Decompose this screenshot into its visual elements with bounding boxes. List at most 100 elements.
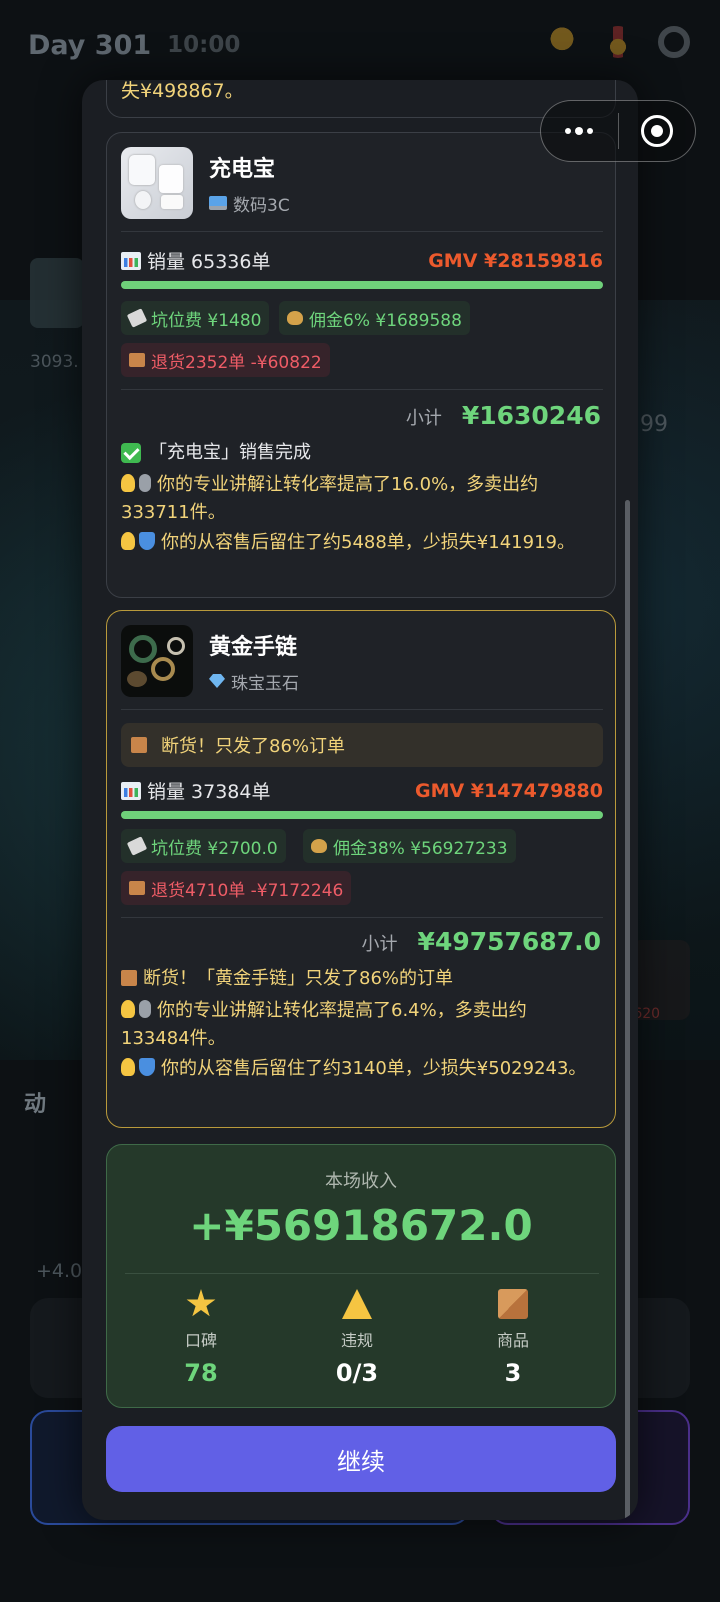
conversion-tip: 你的专业讲解让转化率提高了6.4%，多卖出约133484件。	[121, 1000, 527, 1049]
out-of-stock-warning: 断货！只发了86%订单	[121, 723, 603, 767]
package-icon	[131, 737, 147, 753]
scrollbar[interactable]	[625, 500, 630, 1520]
products-stat: 商品 3	[453, 1289, 573, 1387]
record-close-icon[interactable]	[619, 115, 696, 147]
sales-progress-bar	[121, 811, 603, 819]
sales-result-modal: 失¥498867。 充电宝 数码3C 销量 65336单 GMV ¥281598…	[82, 80, 638, 1520]
sales-label: 销量	[147, 251, 186, 273]
gem-icon	[209, 674, 225, 688]
continue-button[interactable]: 继续	[106, 1426, 616, 1492]
sales-label: 销量	[147, 781, 186, 803]
lightbulb-icon	[121, 474, 135, 492]
product-name: 充电宝	[209, 156, 276, 182]
sales-progress-fill	[121, 281, 603, 289]
after-sales-tip: 你的从容售后留住了约3140单，少损失¥5029243。	[121, 1055, 591, 1083]
microphone-icon	[139, 1000, 151, 1018]
sale-complete-message: 「充电宝」销售完成	[121, 439, 591, 467]
laptop-icon	[209, 196, 227, 210]
stat-value: 0/3	[335, 1359, 379, 1387]
divider	[121, 709, 603, 710]
commission-chip: 佣金6% ¥1689588	[279, 301, 470, 335]
sales-progress-fill	[121, 811, 603, 819]
sales-row: 销量 37384单 GMV ¥147479880	[121, 777, 603, 804]
stat-label: 口碑	[184, 1331, 217, 1350]
bar-chart-icon	[121, 251, 141, 270]
gmv-value: GMV ¥147479880	[414, 779, 603, 802]
sales-count: 65336单	[191, 251, 271, 273]
package-icon	[121, 970, 137, 986]
category-label: 珠宝玉石	[231, 673, 299, 694]
product-category: 数码3C	[209, 191, 290, 216]
out-of-stock-message: 断货！「黄金手链」只发了86%的订单	[121, 965, 591, 993]
more-dots-icon[interactable]	[541, 126, 618, 135]
slot-fee-text: 坑位费 ¥1480	[151, 310, 262, 331]
previous-product-card: 失¥498867。	[106, 80, 616, 118]
product-name: 黄金手链	[209, 634, 298, 660]
lightbulb-icon	[121, 532, 135, 550]
subtotal: 小计 ¥1630246	[406, 401, 601, 430]
category-label: 数码3C	[233, 195, 290, 216]
commission-text: 佣金6% ¥1689588	[309, 310, 462, 331]
gold-bracelet-image	[121, 625, 193, 697]
ticket-icon	[126, 308, 148, 328]
product-header: 黄金手链 珠宝玉石	[121, 625, 299, 697]
gmv-value: GMV ¥28159816	[428, 249, 603, 272]
subtotal-label: 小计	[405, 408, 442, 429]
top-icons	[546, 26, 690, 58]
returns-text: 退货2352单 -¥60822	[151, 352, 322, 373]
product-card: 充电宝 数码3C 销量 65336单 GMV ¥28159816 坑位费 ¥14…	[106, 132, 616, 598]
divider	[125, 1273, 599, 1274]
money-hint: +4.0	[36, 1260, 83, 1282]
warning-icon	[342, 1289, 372, 1319]
ticket-icon	[126, 836, 148, 856]
returns-chip: 退货4710单 -¥7172246	[121, 871, 352, 905]
shield-icon	[139, 532, 155, 550]
sales-count: 37384单	[191, 781, 271, 803]
package-icon	[129, 353, 145, 367]
slot-fee-chip: 坑位费 ¥2700.0	[121, 829, 286, 863]
time-label: 10:00	[167, 32, 241, 58]
commission-chip: 佣金38% ¥56927233	[303, 829, 516, 863]
lightbulb-icon	[121, 1058, 135, 1076]
violation-stat: 违规 0/3	[297, 1289, 417, 1387]
package-icon	[129, 881, 145, 895]
after-sales-tip: 你的从容售后留住了约5488单，少损失¥141919。	[121, 529, 591, 557]
microphone-icon	[139, 474, 151, 492]
subtotal-value: ¥49757687.0	[417, 927, 601, 956]
bar-chart-icon	[121, 781, 141, 800]
subtotal-label: 小计	[361, 934, 398, 955]
subtotal: 小计 ¥49757687.0	[362, 927, 601, 956]
reputation-stat: 口碑 78	[141, 1289, 261, 1387]
check-icon	[121, 443, 141, 463]
income-summary: 本场收入 +¥56918672.0 口碑 78 违规 0/3 商品 3	[106, 1144, 616, 1408]
trophy-icon	[546, 26, 578, 58]
income-value: +¥56918672.0	[189, 1201, 533, 1250]
divider	[121, 389, 603, 390]
divider	[121, 917, 603, 918]
stat-value: 3	[504, 1359, 522, 1387]
product-card: 黄金手链 珠宝玉石 断货！只发了86%订单 销量 37384单 GMV ¥147…	[106, 610, 616, 1128]
money-bag-icon	[311, 839, 327, 853]
day-label: Day 301	[28, 29, 152, 61]
lightbulb-icon	[121, 1000, 135, 1018]
subtotal-value: ¥1630246	[461, 401, 601, 430]
returns-text: 退货4710单 -¥7172246	[151, 880, 344, 901]
stat-label: 违规	[340, 1331, 373, 1350]
medal-icon	[602, 26, 634, 58]
product-category: 珠宝玉石	[209, 669, 299, 694]
avatar	[30, 258, 84, 328]
slot-fee-chip: 坑位费 ¥1480	[121, 301, 270, 335]
sales-row: 销量 65336单 GMV ¥28159816	[121, 247, 603, 274]
right-stat: 99	[640, 412, 668, 437]
stat-label: 商品	[496, 1331, 529, 1350]
stat-value: 78	[184, 1359, 218, 1387]
feed-title: 动	[24, 1092, 47, 1117]
miniprogram-capsule	[540, 100, 696, 162]
product-header: 充电宝 数码3C	[121, 147, 290, 219]
star-icon	[186, 1289, 216, 1317]
money-bag-icon	[287, 311, 303, 325]
sales-progress-bar	[121, 281, 603, 289]
conversion-tip: 你的专业讲解让转化率提高了16.0%，多卖出约333711件。	[121, 474, 539, 523]
income-title: 本场收入	[325, 1171, 397, 1192]
package-icon	[498, 1289, 528, 1319]
